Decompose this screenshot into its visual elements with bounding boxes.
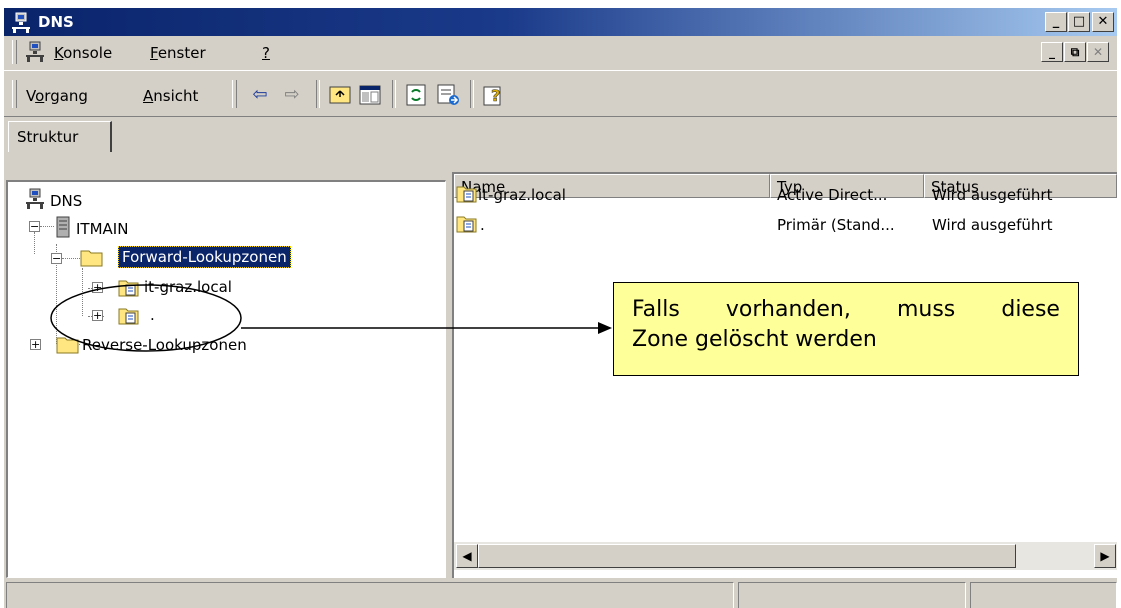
row-name[interactable]: . [480,216,485,234]
title-bar[interactable] [4,8,1117,36]
toolbar-grip[interactable] [12,80,17,108]
dns-server-icon [26,188,44,209]
close-button[interactable]: ✕ [1092,12,1114,32]
row-status: Wird ausgeführt [932,186,1053,204]
callout-word: Falls [632,297,680,322]
scrollbar-thumb[interactable] [478,544,1016,568]
row-name[interactable]: it-graz.local [478,186,566,204]
menu-fenster[interactable]: Fenster [150,44,206,62]
folder-open-icon [80,250,103,267]
help-icon[interactable]: ? [482,83,506,107]
collapse-icon[interactable]: − [51,253,62,264]
status-segment [6,582,734,608]
callout-line-2: Zone gelöscht werden [632,327,877,352]
svg-text:?: ? [491,86,500,105]
scroll-left-icon[interactable]: ◀ [456,544,478,568]
folder-icon [56,337,79,354]
toolbar-separator-3 [470,80,474,108]
row-typ: Primär (Stand... [777,216,895,234]
back-arrow-icon[interactable]: ⇦ [248,83,272,107]
export-list-icon[interactable] [436,83,460,107]
tab-struktur[interactable]: Struktur [8,121,112,153]
status-segment [738,582,966,608]
callout-word: diese [1001,297,1060,322]
tree-pane [6,180,446,578]
mdi-restore-button[interactable]: ⧉ [1064,42,1086,62]
dns-app-icon [12,12,30,33]
server-icon [56,216,70,238]
show-hide-tree-icon[interactable] [358,83,382,107]
tree-node-forward-lookupzonen[interactable]: Forward-Lookupzonen [118,246,291,268]
mdi-close-button[interactable]: ✕ [1087,42,1109,62]
menu-help[interactable]: ? [262,44,270,62]
menu-vorgang[interactable]: Vorgang [26,87,88,105]
toolbar-separator [316,80,320,108]
tree-node-reverse-lookupzonen[interactable]: Reverse-Lookupzonen [82,336,247,354]
zone-icon [456,216,477,233]
toolbar-separator-2 [392,80,396,108]
scroll-right-icon[interactable]: ▶ [1094,544,1116,568]
menu-grip[interactable] [12,40,17,64]
row-status: Wird ausgeführt [932,216,1053,234]
row-typ: Active Direct... [777,186,888,204]
collapse-icon[interactable]: − [29,221,40,232]
expand-icon[interactable]: + [30,339,41,350]
zone-icon [118,280,139,297]
menu-konsole[interactable]: Konsole [54,44,112,62]
mdi-minimize-button[interactable]: _ [1041,42,1063,62]
tree-node-it-graz-local[interactable]: it-graz.local [144,278,232,296]
toolbar-grip-2[interactable] [232,80,237,108]
tree-line [62,258,80,259]
zone-icon [456,186,477,203]
callout-line-1: Falls vorhanden, muss diese [632,295,1060,325]
expand-icon[interactable]: + [92,310,103,321]
forward-arrow-icon[interactable]: ⇨ [280,83,304,107]
status-segment [970,582,1117,608]
tree-line [34,232,35,254]
console-icon [26,41,44,62]
up-folder-icon[interactable] [328,83,352,107]
left-tab-strip [6,152,446,180]
maximize-button[interactable]: □ [1068,12,1090,32]
menu-ansicht[interactable]: Ansicht [143,87,198,105]
tree-line [82,268,83,316]
expand-icon[interactable]: + [92,282,103,293]
window-title: DNS [38,13,74,31]
tree-node-dns[interactable]: DNS [50,192,82,210]
callout-word: muss [896,297,956,322]
zone-icon [118,308,139,325]
callout-word: vorhanden, [725,297,851,322]
tree-node-itmain[interactable]: ITMAIN [76,220,128,238]
refresh-icon[interactable] [404,83,428,107]
annotation-callout: Falls vorhanden, muss diese Zone gelösch… [613,282,1079,376]
minimize-button[interactable]: _ [1045,12,1067,32]
tree-node-root-zone[interactable]: . [150,306,155,324]
